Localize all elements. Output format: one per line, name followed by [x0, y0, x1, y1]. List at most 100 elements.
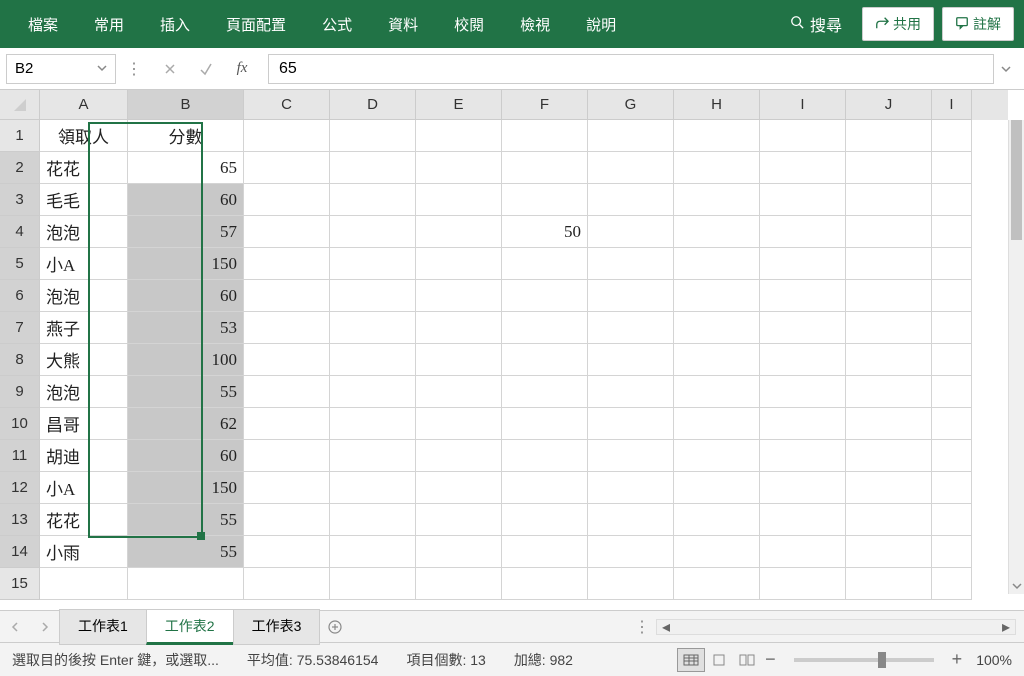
row-header-13[interactable]: 13	[0, 504, 40, 536]
row-header-6[interactable]: 6	[0, 280, 40, 312]
cell-B7[interactable]: 53	[128, 312, 244, 344]
row-header-10[interactable]: 10	[0, 408, 40, 440]
row-header-3[interactable]: 3	[0, 184, 40, 216]
cell-G10[interactable]	[588, 408, 674, 440]
cell-I15[interactable]	[932, 568, 972, 600]
cell-B1[interactable]: 分數	[128, 120, 244, 152]
cell-F3[interactable]	[502, 184, 588, 216]
cell-I9[interactable]	[760, 376, 846, 408]
cell-I11[interactable]	[760, 440, 846, 472]
cell-I8[interactable]	[760, 344, 846, 376]
cell-A14[interactable]: 小雨	[40, 536, 128, 568]
ribbon-tab-校閱[interactable]: 校閱	[436, 4, 502, 45]
fx-label[interactable]: fx	[224, 54, 260, 84]
cell-E11[interactable]	[416, 440, 502, 472]
cell-J11[interactable]	[846, 440, 932, 472]
select-all-corner[interactable]	[0, 90, 40, 120]
cell-D13[interactable]	[330, 504, 416, 536]
cell-D3[interactable]	[330, 184, 416, 216]
cell-B11[interactable]: 60	[128, 440, 244, 472]
expand-formula-icon[interactable]	[994, 64, 1018, 74]
row-header-1[interactable]: 1	[0, 120, 40, 152]
cell-H5[interactable]	[674, 248, 760, 280]
cell-H13[interactable]	[674, 504, 760, 536]
cell-E6[interactable]	[416, 280, 502, 312]
cell-I12[interactable]	[932, 472, 972, 504]
cell-I11[interactable]	[932, 440, 972, 472]
cell-I3[interactable]	[932, 184, 972, 216]
view-normal-button[interactable]	[677, 648, 705, 672]
cell-D12[interactable]	[330, 472, 416, 504]
cell-E12[interactable]	[416, 472, 502, 504]
col-header-C[interactable]: C	[244, 90, 330, 120]
cell-I13[interactable]	[932, 504, 972, 536]
cell-I14[interactable]	[760, 536, 846, 568]
cell-F13[interactable]	[502, 504, 588, 536]
sheet-nav-prev[interactable]	[0, 622, 30, 632]
cell-J1[interactable]	[846, 120, 932, 152]
col-header-B[interactable]: B	[128, 90, 244, 120]
formula-options-icon[interactable]: ⋮	[116, 54, 152, 84]
cell-E5[interactable]	[416, 248, 502, 280]
cell-C4[interactable]	[244, 216, 330, 248]
chevron-right-icon[interactable]: ▸	[997, 617, 1015, 637]
cell-H12[interactable]	[674, 472, 760, 504]
ribbon-tab-常用[interactable]: 常用	[76, 4, 142, 45]
cell-C1[interactable]	[244, 120, 330, 152]
cell-D2[interactable]	[330, 152, 416, 184]
search-area[interactable]: 搜尋	[778, 12, 854, 36]
cell-G4[interactable]	[588, 216, 674, 248]
cell-G2[interactable]	[588, 152, 674, 184]
cell-I1[interactable]	[760, 120, 846, 152]
cell-E2[interactable]	[416, 152, 502, 184]
cell-H11[interactable]	[674, 440, 760, 472]
cell-C8[interactable]	[244, 344, 330, 376]
cell-I5[interactable]	[760, 248, 846, 280]
cell-H6[interactable]	[674, 280, 760, 312]
cell-H3[interactable]	[674, 184, 760, 216]
cell-J9[interactable]	[846, 376, 932, 408]
cell-D9[interactable]	[330, 376, 416, 408]
cell-I4[interactable]	[760, 216, 846, 248]
cell-G7[interactable]	[588, 312, 674, 344]
view-page-layout-button[interactable]	[705, 648, 733, 672]
sheet-tab-工作表3[interactable]: 工作表3	[233, 609, 321, 645]
cell-C14[interactable]	[244, 536, 330, 568]
cell-I13[interactable]	[760, 504, 846, 536]
cell-B15[interactable]	[128, 568, 244, 600]
cell-J15[interactable]	[846, 568, 932, 600]
cell-D11[interactable]	[330, 440, 416, 472]
cell-F9[interactable]	[502, 376, 588, 408]
cell-H7[interactable]	[674, 312, 760, 344]
cell-C5[interactable]	[244, 248, 330, 280]
col-header-E[interactable]: E	[416, 90, 502, 120]
cell-I7[interactable]	[760, 312, 846, 344]
cell-H14[interactable]	[674, 536, 760, 568]
cell-I5[interactable]	[932, 248, 972, 280]
cancel-icon[interactable]	[152, 54, 188, 84]
comment-button[interactable]: 註解	[942, 7, 1014, 41]
cell-D8[interactable]	[330, 344, 416, 376]
cell-F7[interactable]	[502, 312, 588, 344]
col-header-F[interactable]: F	[502, 90, 588, 120]
cell-F11[interactable]	[502, 440, 588, 472]
horizontal-scrollbar[interactable]: ◂ ▸	[656, 619, 1016, 635]
vscroll-thumb[interactable]	[1011, 120, 1022, 240]
cell-J5[interactable]	[846, 248, 932, 280]
cell-J12[interactable]	[846, 472, 932, 504]
col-header-G[interactable]: G	[588, 90, 674, 120]
add-sheet-button[interactable]	[320, 619, 350, 635]
row-header-15[interactable]: 15	[0, 568, 40, 600]
cell-B10[interactable]: 62	[128, 408, 244, 440]
row-header-14[interactable]: 14	[0, 536, 40, 568]
cell-A1[interactable]: 領取人	[40, 120, 128, 152]
cell-H9[interactable]	[674, 376, 760, 408]
cell-A13[interactable]: 花花	[40, 504, 128, 536]
cell-D6[interactable]	[330, 280, 416, 312]
sheet-nav-next[interactable]	[30, 622, 60, 632]
cell-E3[interactable]	[416, 184, 502, 216]
cell-H4[interactable]	[674, 216, 760, 248]
cell-E13[interactable]	[416, 504, 502, 536]
cell-I12[interactable]	[760, 472, 846, 504]
cell-F4[interactable]: 50	[502, 216, 588, 248]
